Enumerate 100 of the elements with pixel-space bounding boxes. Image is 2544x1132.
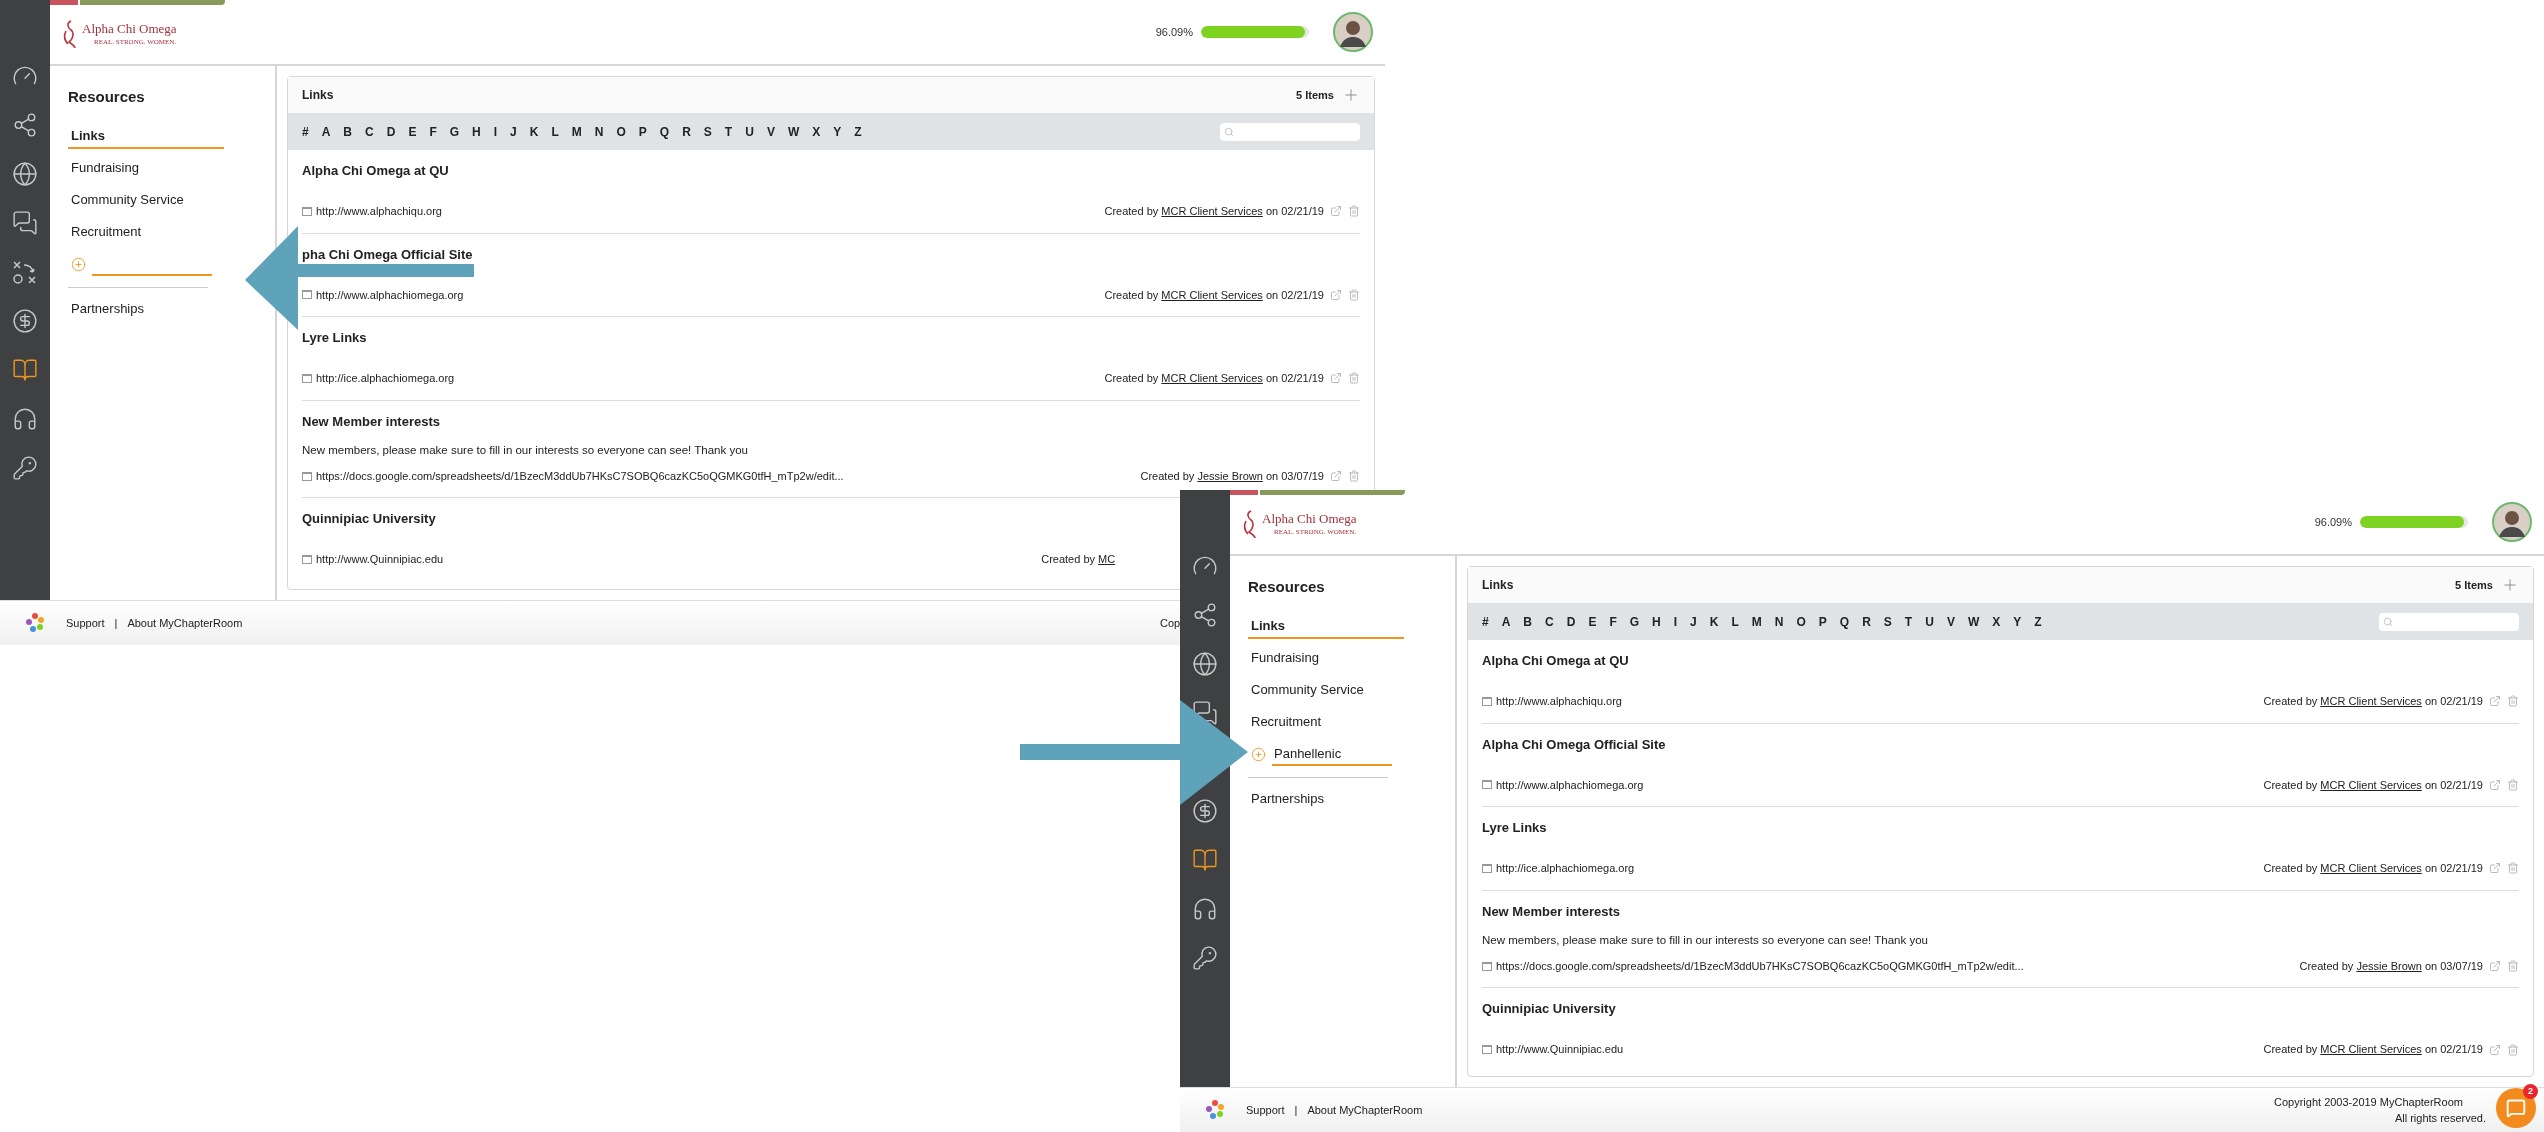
letter-filter[interactable]: D — [386, 122, 396, 141]
letter-filter[interactable]: W — [787, 122, 800, 141]
letter-filter[interactable]: E — [408, 122, 417, 141]
delete-icon[interactable] — [2507, 778, 2519, 791]
letter-filter[interactable]: H — [472, 122, 481, 141]
network-icon[interactable] — [1192, 602, 1218, 628]
letter-filter[interactable]: L — [551, 122, 559, 141]
author-link[interactable]: MCR Client Services — [1161, 205, 1263, 217]
link-title[interactable]: Alpha Chi Omega at QU — [1482, 653, 1629, 669]
open-icon[interactable] — [1330, 205, 1342, 218]
letter-filter[interactable]: R — [682, 122, 691, 141]
letter-filter[interactable]: L — [1731, 612, 1739, 631]
link-url[interactable]: http://www.Quinnipiac.edu — [1496, 1041, 1624, 1058]
link-url[interactable]: http://ice.alphachiomega.org — [1496, 860, 1635, 877]
footer-link[interactable]: About MyChapterRoom — [127, 614, 243, 632]
letter-filter[interactable]: J — [1690, 612, 1697, 631]
author-link[interactable]: Jessie Brown — [1197, 469, 1263, 482]
link-url[interactable]: https://docs.google.com/spreadsheets/d/1BzecM3ddUb7HKsC7SOBQ6cazKC5oQGMKG0tfH_mTp2w/edit... — [1496, 957, 2024, 975]
letter-filter[interactable]: X — [1992, 612, 2001, 631]
letter-filter[interactable]: D — [1566, 612, 1576, 631]
link-title[interactable]: Quinnipiac University — [302, 511, 436, 528]
letter-filter[interactable]: T — [1904, 612, 1913, 631]
letter-filter[interactable]: B — [1523, 612, 1533, 631]
open-icon[interactable] — [1330, 470, 1342, 482]
headset-icon[interactable] — [12, 406, 38, 432]
letter-filter[interactable]: V — [1946, 612, 1955, 631]
author-link[interactable]: MCR Client Services — [2320, 1043, 2422, 1056]
footer-link[interactable]: About MyChapterRoom — [1307, 1101, 1423, 1119]
letter-filter[interactable]: B — [343, 122, 353, 141]
dollar-icon[interactable] — [12, 308, 38, 334]
letter-filter[interactable]: S — [1883, 612, 1892, 631]
nav-item[interactable]: Links — [68, 124, 224, 149]
letter-filter[interactable]: G — [1629, 612, 1640, 631]
search-field[interactable] — [1220, 122, 1360, 141]
letter-filter[interactable]: M — [1751, 612, 1762, 631]
link-url[interactable]: http://ice.alphachiomega.org — [316, 370, 455, 387]
nav-item[interactable]: Fundraising — [68, 156, 224, 181]
letter-filter[interactable]: X — [812, 122, 821, 141]
letter-filter[interactable]: H — [1652, 612, 1661, 631]
avatar[interactable] — [1333, 12, 1373, 52]
footer-link[interactable]: Support — [1246, 1101, 1285, 1119]
link-title[interactable]: New Member interests — [302, 413, 440, 430]
link-url[interactable]: http://www.alphachiomega.org — [1496, 776, 1644, 793]
letter-filter[interactable]: O — [616, 122, 626, 141]
link-url[interactable]: http://www.alphachiomega.org — [316, 286, 464, 303]
key-icon[interactable] — [1192, 945, 1218, 971]
open-icon[interactable] — [2489, 1043, 2501, 1056]
network-icon[interactable] — [12, 112, 38, 138]
letter-filter[interactable]: U — [1925, 612, 1934, 631]
delete-icon[interactable] — [2507, 862, 2519, 875]
author-link[interactable]: Jessie Brown — [2356, 959, 2422, 972]
link-title[interactable]: New Member interests — [1482, 903, 1620, 920]
book-icon[interactable] — [12, 357, 38, 383]
delete-icon[interactable] — [1348, 205, 1360, 218]
link-url[interactable]: https://docs.google.com/spreadsheets/d/1BzecM3ddUb7HKsC7SOBQ6cazKC5oQGMKG0tfH_mTp2w/edit... — [316, 467, 844, 485]
letter-filter[interactable]: K — [529, 122, 539, 141]
delete-icon[interactable] — [1348, 288, 1360, 301]
letter-filter[interactable]: O — [1796, 612, 1806, 631]
author-link[interactable]: MCR Client Services — [2320, 778, 2422, 791]
chat-icon[interactable] — [12, 210, 38, 236]
link-title[interactable]: Alpha Chi Omega Official Site — [1482, 736, 1666, 753]
letter-filter[interactable]: A — [321, 122, 331, 141]
x-and-o-icon[interactable] — [12, 259, 38, 285]
nav-item[interactable]: Community Service — [68, 188, 224, 213]
link-url[interactable]: http://www.alphachiqu.org — [316, 203, 442, 220]
letter-filter[interactable]: # — [1482, 612, 1489, 631]
letter-filter[interactable]: W — [1967, 612, 1980, 631]
nav-item[interactable]: Recruitment — [68, 220, 224, 245]
delete-icon[interactable] — [1348, 470, 1360, 482]
letter-filter[interactable]: Q — [1839, 612, 1850, 631]
author-link[interactable]: MC — [1098, 553, 1116, 566]
letter-filter[interactable]: F — [429, 122, 437, 141]
letter-filter[interactable]: S — [703, 122, 712, 141]
letter-filter[interactable]: P — [638, 122, 647, 141]
author-link[interactable]: MCR Client Services — [1161, 288, 1263, 301]
author-link[interactable]: MCR Client Services — [1161, 372, 1263, 384]
letter-filter[interactable]: C — [1545, 612, 1554, 631]
nav-item[interactable]: Recruitment — [1248, 710, 1404, 735]
author-link[interactable]: MCR Client Services — [2320, 862, 2422, 874]
letter-filter[interactable]: U — [745, 122, 754, 141]
link-title[interactable]: Quinnipiac University — [1482, 1001, 1616, 1018]
open-icon[interactable] — [1330, 372, 1342, 385]
headset-icon[interactable] — [1192, 896, 1218, 922]
link-url[interactable]: http://www.Quinnipiac.edu — [316, 551, 444, 568]
letter-filter[interactable]: F — [1609, 612, 1617, 631]
add-icon[interactable] — [2501, 576, 2519, 594]
letter-filter[interactable]: V — [766, 122, 775, 141]
delete-icon[interactable] — [2507, 1043, 2519, 1056]
search-field[interactable] — [2379, 612, 2519, 631]
globe-icon[interactable] — [12, 161, 38, 187]
nav-item[interactable]: Links — [1248, 614, 1404, 639]
letter-filter[interactable]: K — [1709, 612, 1719, 631]
avatar[interactable] — [2492, 502, 2532, 542]
open-icon[interactable] — [2489, 695, 2501, 708]
letter-filter[interactable]: E — [1588, 612, 1597, 631]
add-icon[interactable] — [1251, 747, 1266, 762]
letter-filter[interactable]: Q — [659, 122, 670, 141]
link-url[interactable]: http://www.alphachiqu.org — [1496, 693, 1622, 710]
letter-filter[interactable]: # — [302, 122, 309, 141]
book-icon[interactable] — [1192, 847, 1218, 873]
